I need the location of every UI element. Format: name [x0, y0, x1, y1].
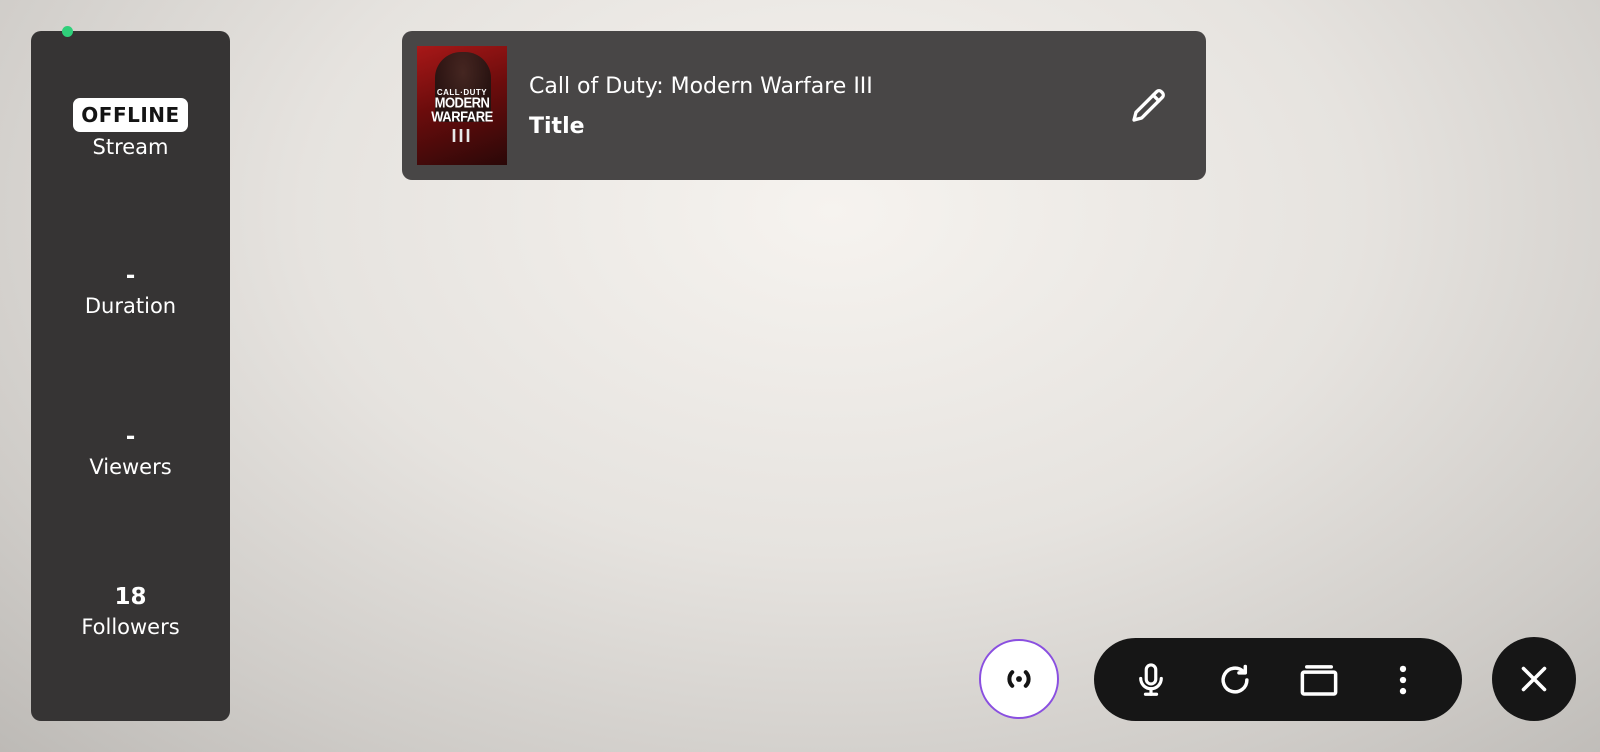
mic-button[interactable]: [1128, 657, 1174, 703]
stream-title: Title: [529, 114, 585, 139]
more-button[interactable]: [1380, 657, 1426, 703]
window-button[interactable]: [1296, 657, 1342, 703]
cover-title-line2: WARFARE: [431, 107, 493, 125]
duration-value: -: [125, 263, 136, 289]
game-name: Call of Duty: Modern Warfare III: [529, 74, 873, 99]
stream-label: Stream: [92, 135, 169, 159]
duration-label: Duration: [84, 294, 177, 318]
cover-numeral: III: [451, 126, 473, 146]
close-button[interactable]: [1492, 637, 1576, 721]
more-vertical-icon: [1399, 665, 1407, 695]
edit-button[interactable]: [1126, 82, 1172, 128]
viewers-stat: - Viewers: [31, 422, 230, 482]
refresh-icon: [1221, 664, 1249, 694]
pencil-icon: [1132, 89, 1165, 122]
broadcast-button[interactable]: [979, 639, 1059, 719]
viewers-value: -: [125, 424, 136, 450]
followers-label: Followers: [81, 615, 180, 639]
status-dot: [62, 26, 73, 37]
stream-stat: OFFLINE Stream: [31, 98, 230, 162]
game-cover-art: CALL·DUTY MODERN WARFARE III: [417, 46, 507, 165]
followers-value: 18: [114, 584, 147, 610]
cover-title: MODERN WARFARE: [417, 95, 507, 125]
refresh-button[interactable]: [1212, 657, 1258, 703]
stats-panel: OFFLINE Stream - Duration - Viewers 18 F…: [31, 31, 230, 721]
close-icon: [1521, 666, 1547, 692]
microphone-icon: [1139, 663, 1163, 696]
controls-bar: [1094, 638, 1462, 721]
window-icon: [1300, 665, 1338, 696]
offline-badge: OFFLINE: [73, 98, 188, 132]
broadcast-icon: [1007, 670, 1031, 688]
viewers-label: Viewers: [89, 455, 172, 479]
game-card[interactable]: CALL·DUTY MODERN WARFARE III Call of Dut…: [402, 31, 1206, 180]
followers-stat: 18 Followers: [31, 582, 230, 642]
duration-stat: - Duration: [31, 261, 230, 321]
